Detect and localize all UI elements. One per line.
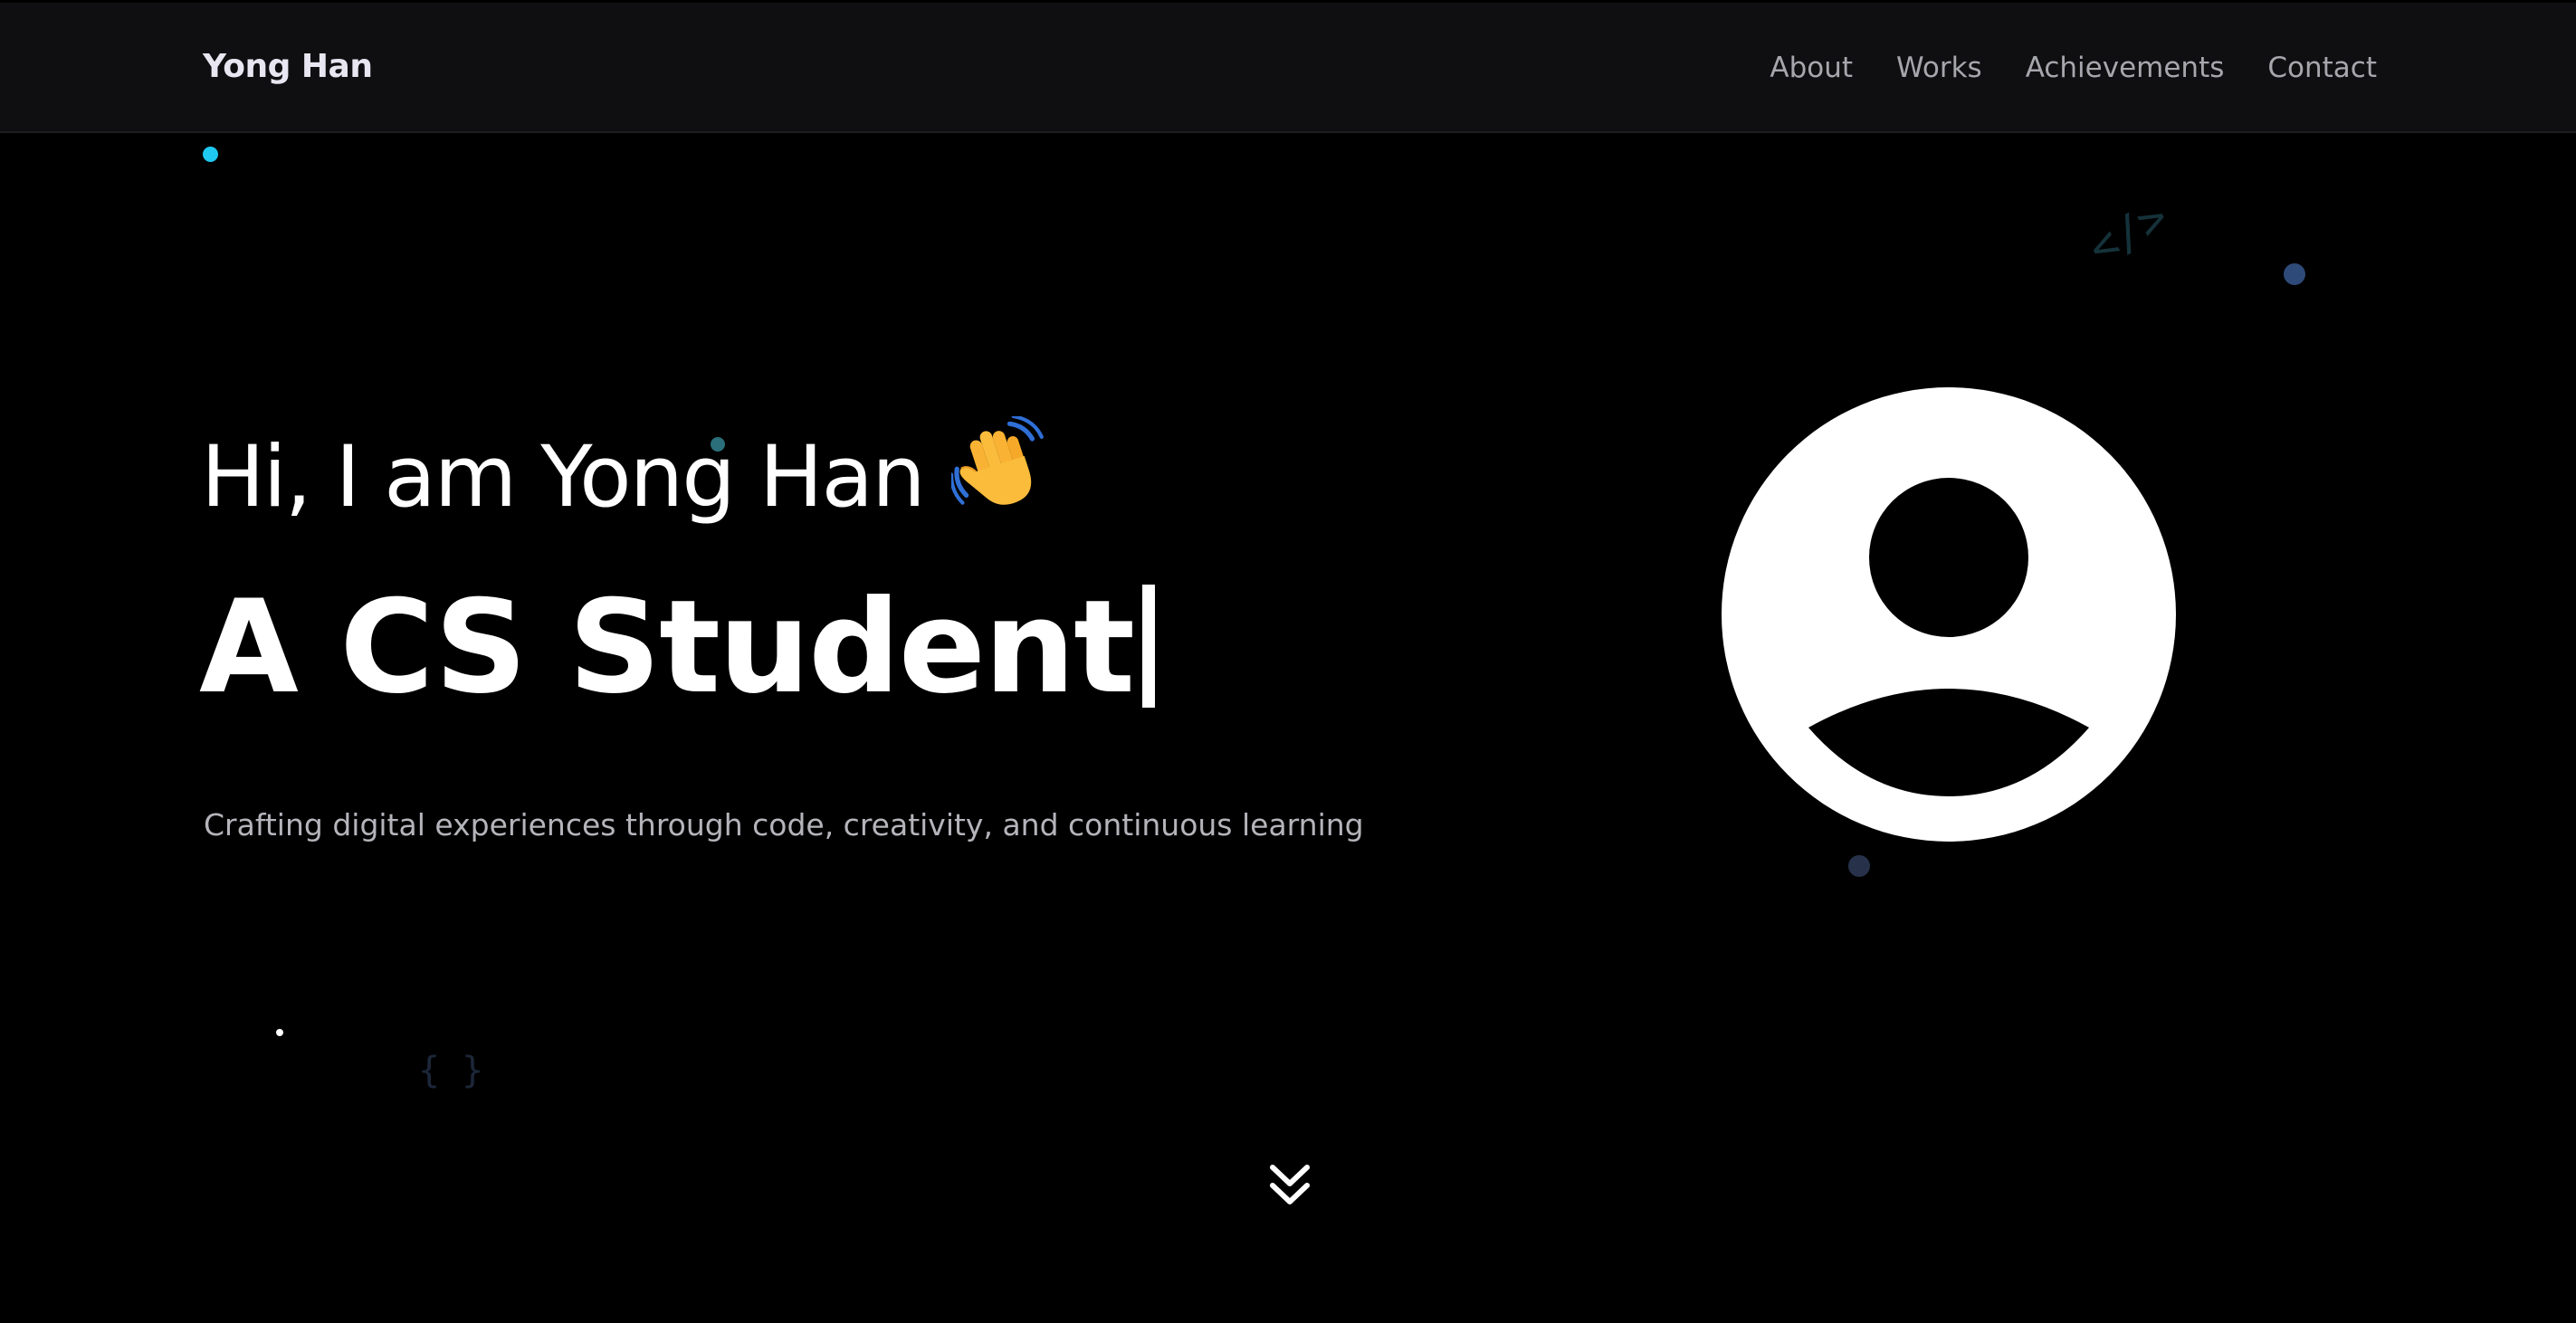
decor-dot-cyan — [203, 147, 218, 162]
decor-dot-blue-bottom — [1848, 855, 1870, 877]
decor-dot-blue-top — [2284, 263, 2305, 285]
typing-cursor — [1142, 585, 1156, 708]
headline-text: A CS Student — [199, 573, 1135, 722]
double-chevron-down-icon[interactable] — [1267, 1162, 1312, 1209]
hero-headline: A CS Student — [199, 573, 1156, 722]
user-avatar-icon — [1722, 387, 2176, 842]
navbar: Yong Han About Works Achievements Contac… — [0, 3, 2576, 133]
decor-dot-white — [276, 1029, 283, 1036]
nav-link-achievements[interactable]: Achievements — [2026, 52, 2225, 84]
waving-hand-icon — [949, 414, 1045, 537]
nav-links: About Works Achievements Contact — [1770, 52, 2377, 84]
nav-link-works[interactable]: Works — [1896, 52, 1982, 84]
nav-link-about[interactable]: About — [1770, 52, 1853, 84]
page: Yong Han About Works Achievements Contac… — [0, 0, 2576, 1323]
decor-braces: { } — [418, 1050, 484, 1091]
decor-code-tag: </> — [2079, 190, 2177, 275]
hero-greeting: Hi, I am Yong Han — [201, 414, 1045, 537]
nav-link-contact[interactable]: Contact — [2267, 52, 2377, 84]
greeting-text: Hi, I am Yong Han — [201, 428, 926, 527]
hero-subtitle: Crafting digital experiences through cod… — [204, 807, 1364, 842]
brand-logo[interactable]: Yong Han — [203, 48, 373, 85]
